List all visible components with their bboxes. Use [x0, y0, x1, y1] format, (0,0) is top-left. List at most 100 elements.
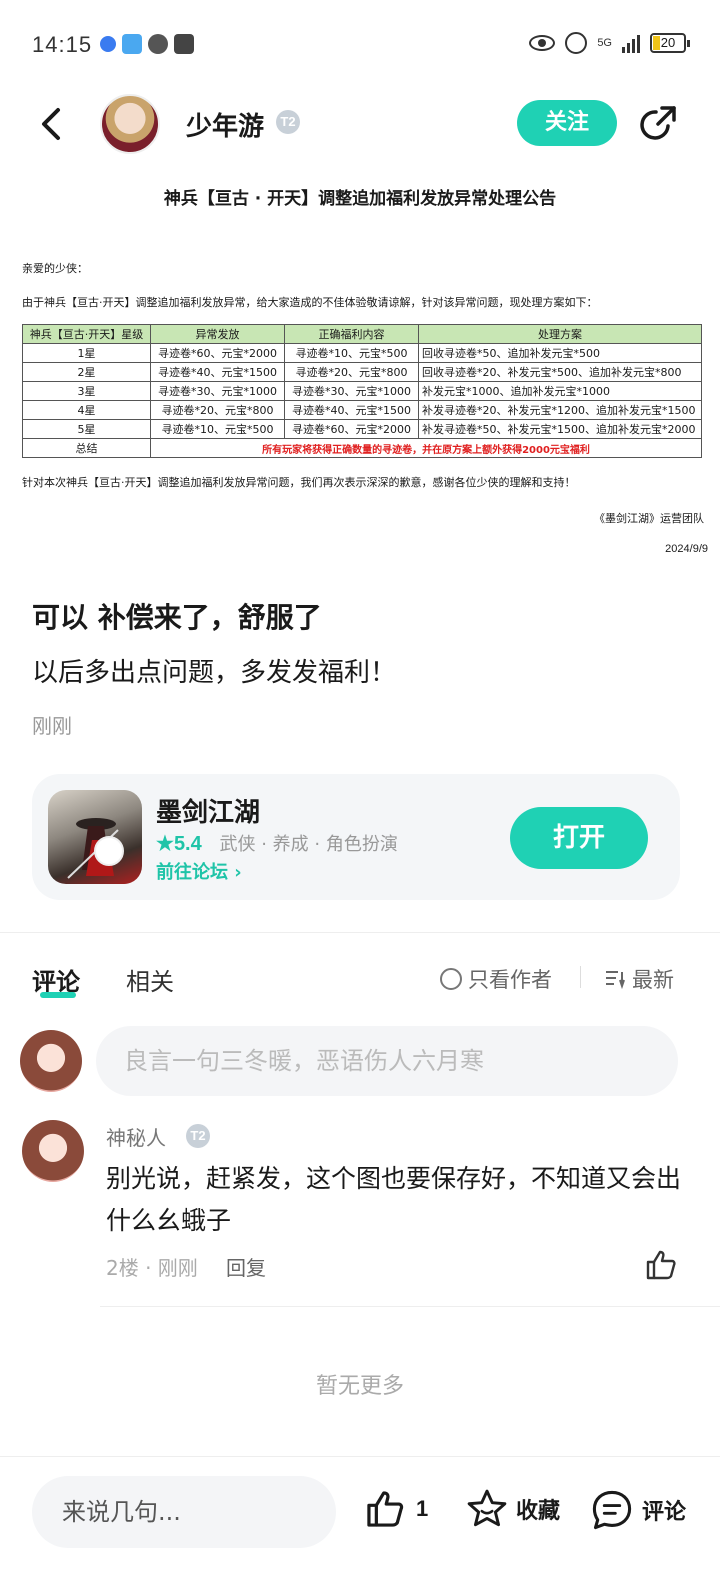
game-meta: ★5.4 武侠 · 养成 · 角色扮演	[156, 830, 398, 856]
table-cell: 补发寻迹卷*50、补发元宝*1500、追加补发元宝*2000	[418, 419, 702, 439]
table-cell: 寻迹卷*30、元宝*1000	[150, 381, 285, 401]
table-summary-label: 总结	[22, 438, 151, 458]
alarm-icon	[565, 32, 588, 54]
star-icon: ★	[156, 833, 174, 855]
sort-icon	[606, 971, 625, 990]
like-count: 1	[416, 1496, 429, 1521]
notice-greeting: 亲爱的少侠：	[22, 262, 88, 275]
table-cell: 寻迹卷*10、元宝*500	[150, 419, 285, 439]
table-cell: 寻迹卷*40、元宝*1500	[150, 362, 285, 382]
table-cell: 2星	[22, 362, 151, 382]
table-header: 处理方案	[418, 324, 702, 344]
table-cell: 回收寻迹卷*20、补发元宝*500、追加补发元宝*800	[418, 362, 702, 382]
table-cell: 4星	[22, 400, 151, 420]
section-divider	[0, 932, 720, 933]
comment-divider	[100, 1306, 720, 1307]
reply-button[interactable]: 回复	[226, 1252, 266, 1281]
eye-icon	[529, 35, 556, 51]
table-cell: 3星	[22, 381, 151, 401]
thumbs-up-icon[interactable]	[644, 1248, 678, 1282]
follow-button[interactable]: 关注	[517, 100, 617, 146]
status-time: 14:15	[32, 32, 93, 57]
no-more-text: 暂无更多	[315, 1374, 404, 1399]
table-cell: 1星	[22, 343, 151, 363]
game-rating: 5.4	[173, 833, 202, 855]
tab-related[interactable]: 相关	[126, 962, 174, 997]
game-card[interactable]: 墨剑江湖 ★5.4 武侠 · 养成 · 角色扮演 前往论坛 › 打开	[32, 774, 680, 900]
app-notification-icon	[100, 36, 116, 52]
comment-input[interactable]: 良言一句三冬暖，恶语伤人六月寒	[96, 1026, 678, 1096]
sort-label: 最新	[632, 968, 674, 992]
notice-title: 神兵【亘古 · 开天】调整追加福利发放异常处理公告	[163, 189, 557, 209]
post-header: 少年游 T2 关注	[0, 92, 720, 162]
comment-label: 评论	[642, 1500, 687, 1525]
vertical-divider	[580, 966, 581, 988]
battery-icon: 20	[650, 33, 690, 53]
post-title: 可以 补偿来了，舒服了	[32, 601, 322, 634]
back-icon[interactable]	[34, 106, 70, 142]
game-icon	[48, 790, 142, 884]
table-cell: 寻迹卷*30、元宝*1000	[284, 381, 419, 401]
inbox-icon	[174, 34, 194, 54]
notice-table: 神兵【亘古·开天】星级 异常发放 正确福利内容 处理方案 1星 寻迹卷*60、元…	[22, 324, 702, 458]
table-cell: 寻迹卷*60、元宝*2000	[150, 343, 285, 363]
table-row: 3星 寻迹卷*30、元宝*1000 寻迹卷*30、元宝*1000 补发元宝*10…	[22, 381, 702, 401]
status-bar: 14:15 5G 20	[0, 0, 720, 92]
table-summary-row: 总结 所有玩家将获得正确数量的寻迹卷，并在原方案上额外获得2000元宝福利	[22, 438, 702, 458]
notice-image[interactable]: 神兵【亘古 · 开天】调整追加福利发放异常处理公告 亲爱的少侠： 由于神兵【亘古…	[0, 170, 720, 570]
commenter-level-badge: T2	[186, 1124, 210, 1148]
status-right: 5G 20	[529, 32, 690, 54]
battery-level: 20	[660, 35, 676, 50]
post-body: 以后多出点问题，多发发福利！	[32, 658, 397, 688]
table-cell: 寻迹卷*20、元宝*800	[284, 362, 419, 382]
wechat-icon	[148, 34, 168, 54]
thumbs-up-icon	[367, 1491, 404, 1527]
author-name[interactable]: 少年游	[186, 106, 264, 143]
favorite-label: 收藏	[516, 1499, 561, 1524]
only-author-toggle[interactable]: 只看作者	[440, 964, 552, 994]
bottom-bar-divider	[0, 1456, 720, 1457]
forum-link-label: 前往论坛	[156, 862, 228, 883]
notice-intro: 由于神兵【亘古·开天】调整追加福利发放异常，给大家造成的不佳体验敬请谅解，针对该…	[22, 296, 598, 309]
table-header: 神兵【亘古·开天】星级	[22, 324, 151, 344]
favorite-button[interactable]: 收藏	[466, 1488, 560, 1530]
notice-table-header-row: 神兵【亘古·开天】星级 异常发放 正确福利内容 处理方案	[22, 324, 702, 344]
chevron-right-icon: ›	[234, 862, 242, 883]
table-summary-text: 所有玩家将获得正确数量的寻迹卷，并在原方案上额外获得2000元宝福利	[150, 438, 702, 458]
table-header: 正确福利内容	[284, 324, 419, 344]
comment-button[interactable]: 评论	[590, 1488, 686, 1532]
table-cell: 寻迹卷*40、元宝*1500	[284, 400, 419, 420]
notice-date: 2024/9/9	[665, 543, 708, 555]
comment-text: 别光说，赶紧发，这个图也要保存好，不知道又会出什么幺蛾子	[106, 1164, 682, 1235]
like-button[interactable]: 1	[364, 1488, 428, 1530]
table-cell: 寻迹卷*10、元宝*500	[284, 343, 419, 363]
author-avatar[interactable]	[100, 94, 160, 154]
comment-meta: 2楼 · 刚刚	[106, 1256, 198, 1280]
notice-team: 《墨剑江湖》运营团队	[594, 512, 704, 525]
forum-logo-icon	[94, 836, 124, 866]
forum-link[interactable]: 前往论坛 ›	[156, 858, 242, 884]
share-icon[interactable]	[638, 104, 678, 144]
notification-icons	[100, 34, 194, 54]
user-avatar	[20, 1030, 82, 1092]
quick-comment-input[interactable]: 来说几句...	[32, 1476, 336, 1548]
open-game-button[interactable]: 打开	[510, 807, 648, 869]
only-author-label: 只看作者	[468, 968, 552, 992]
author-level-badge: T2	[276, 110, 300, 134]
table-row: 1星 寻迹卷*60、元宝*2000 寻迹卷*10、元宝*500 回收寻迹卷*50…	[22, 343, 702, 363]
network-type: 5G	[597, 37, 612, 49]
table-row: 5星 寻迹卷*10、元宝*500 寻迹卷*60、元宝*2000 补发寻迹卷*50…	[22, 419, 702, 439]
sort-newest-button[interactable]: 最新	[604, 964, 674, 994]
game-art-icon	[67, 818, 119, 879]
table-cell: 寻迹卷*60、元宝*2000	[284, 419, 419, 439]
table-cell: 补发元宝*1000、追加补发元宝*1000	[418, 381, 702, 401]
notice-closing: 针对本次神兵【亘古·开天】调整追加福利发放异常问题，我们再次表示深深的歉意，感谢…	[22, 476, 576, 489]
table-cell: 补发寻迹卷*20、补发元宝*1200、追加补发元宝*1500	[418, 400, 702, 420]
book-icon	[122, 34, 142, 54]
game-tags: 武侠 · 养成 · 角色扮演	[219, 834, 398, 855]
tab-active-indicator	[40, 992, 76, 998]
table-cell: 寻迹卷*20、元宝*800	[150, 400, 285, 420]
signal-icon	[622, 33, 640, 53]
commenter-avatar[interactable]	[22, 1120, 84, 1182]
commenter-name[interactable]: 神秘人	[106, 1122, 166, 1151]
